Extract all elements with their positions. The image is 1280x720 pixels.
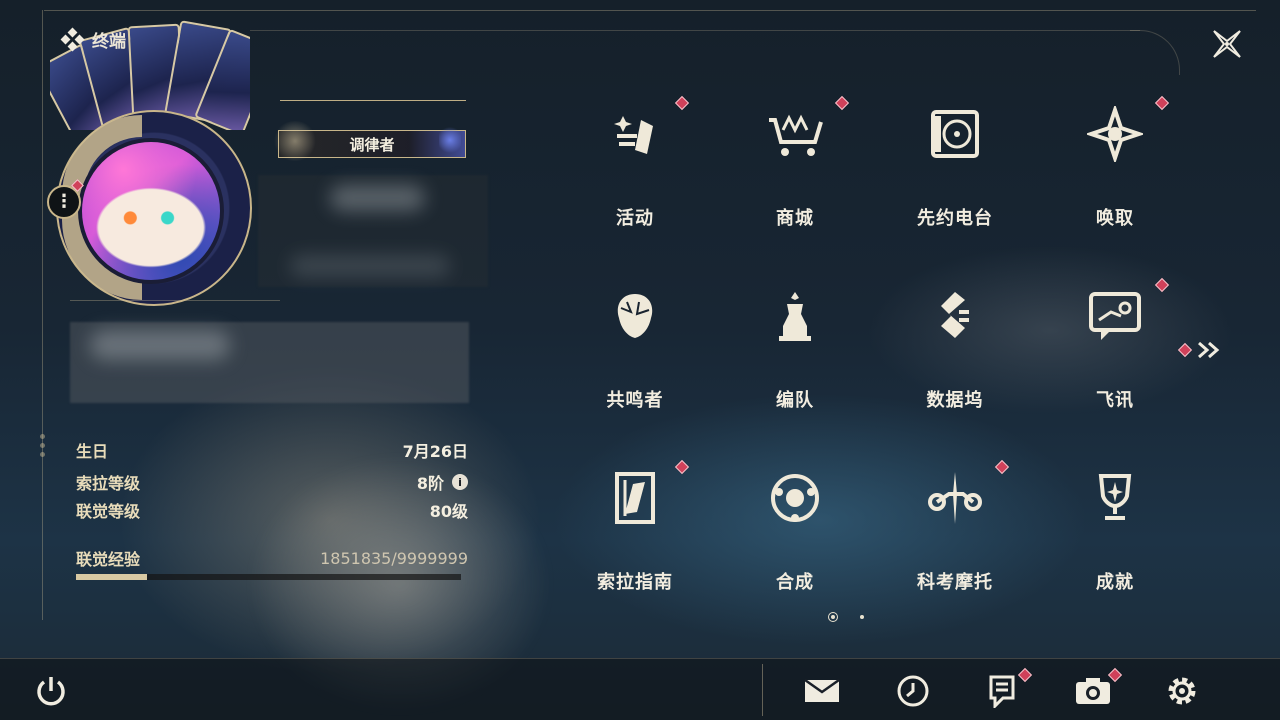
frame-curve [1130, 30, 1180, 75]
menu-item-convene[interactable]: 唤取 [1040, 80, 1190, 245]
frame-line-left [42, 10, 43, 620]
stat-sola-level: 索拉等级 8阶 i [76, 468, 468, 496]
notification-badge [674, 95, 690, 111]
terminal-title-text: 终端 [92, 32, 126, 52]
mail-button[interactable] [802, 672, 842, 710]
compass-star-icon [1083, 102, 1147, 166]
stat-birthday: 生日 7月26日 [76, 442, 468, 461]
exp-progress-fill [76, 574, 148, 580]
menu-item-motorcycle[interactable]: 科考摩托 [880, 444, 1030, 609]
guide-icon [603, 466, 667, 530]
menu-item-databank[interactable]: 数据坞 [880, 262, 1030, 427]
page-dot[interactable] [860, 615, 864, 619]
blurred-name [330, 185, 425, 211]
power-button[interactable] [33, 673, 69, 709]
diamond-cluster-icon [60, 27, 85, 51]
profile-stats: 生日 7月26日 索拉等级 8阶 i 联觉等级 80级 联觉经验 1851835… [76, 436, 468, 580]
next-page-button[interactable] [1177, 340, 1222, 360]
terminal-title: 终端 [60, 27, 126, 52]
menu-item-team[interactable]: 编队 [720, 262, 870, 427]
menu-grid: 活动 商城 先约电台 唤取 共鸣者 编队 数据坞 飞讯 索拉指南 合成 科考摩托… [555, 80, 1195, 620]
shop-cart-icon [763, 102, 827, 166]
exp-progress-bar [76, 574, 461, 580]
stat-union-exp: 联觉经验 1851835/9999999 [76, 548, 468, 570]
notification-badge [674, 459, 690, 475]
chess-team-icon [763, 284, 827, 348]
menu-item-achievements[interactable]: 成就 [1040, 444, 1190, 609]
clock-icon [897, 675, 929, 707]
bottom-bar-divider [762, 664, 763, 716]
profile-divider [70, 300, 280, 301]
settings-gear-icon [1168, 677, 1196, 705]
power-icon [37, 677, 65, 706]
notice-icon [989, 675, 1015, 708]
menu-item-radio[interactable]: 先约电台 [880, 80, 1030, 245]
menu-item-messages[interactable]: 飞讯 [1040, 262, 1190, 427]
message-icon [1083, 284, 1147, 348]
notice-button[interactable] [982, 667, 1033, 710]
blurred-signature [90, 330, 230, 360]
menu-item-activity[interactable]: 活动 [560, 80, 710, 245]
camera-button[interactable] [1073, 667, 1123, 710]
camera-icon [1076, 678, 1110, 704]
stat-union-level: 联觉等级 80级 [76, 502, 468, 521]
radio-icon [923, 102, 987, 166]
notification-badge [1154, 95, 1170, 111]
frame-dots [36, 430, 48, 470]
notification-badge [1154, 277, 1170, 293]
history-button[interactable] [893, 672, 933, 710]
blurred-uid [290, 255, 450, 277]
close-button[interactable] [1207, 24, 1247, 64]
page-indicator [828, 612, 864, 622]
motorcycle-icon [923, 466, 987, 530]
resonator-head-icon [603, 284, 667, 348]
page-dot-active[interactable] [828, 612, 838, 622]
databank-icon [923, 284, 987, 348]
settings-button[interactable] [1162, 672, 1202, 710]
double-chevron-right-icon [1198, 341, 1220, 359]
notification-badge [1177, 342, 1193, 358]
notification-badge [994, 459, 1010, 475]
activity-icon [603, 102, 667, 166]
menu-item-resonators[interactable]: 共鸣者 [560, 262, 710, 427]
notification-badge [834, 95, 850, 111]
rank-badge: 调律者 [273, 121, 466, 161]
frame-line-inner [250, 30, 1140, 31]
rank-divider [280, 100, 466, 101]
close-icon [1213, 30, 1241, 58]
info-icon[interactable]: i [452, 474, 468, 490]
avatar[interactable] [78, 138, 224, 284]
trophy-icon [1083, 466, 1147, 530]
mail-icon [804, 678, 840, 702]
menu-item-synthesis[interactable]: 合成 [720, 444, 870, 609]
synthesis-icon [763, 466, 827, 530]
menu-item-shop[interactable]: 商城 [720, 80, 870, 245]
menu-item-guide[interactable]: 索拉指南 [560, 444, 710, 609]
rank-label: 调律者 [349, 135, 395, 154]
